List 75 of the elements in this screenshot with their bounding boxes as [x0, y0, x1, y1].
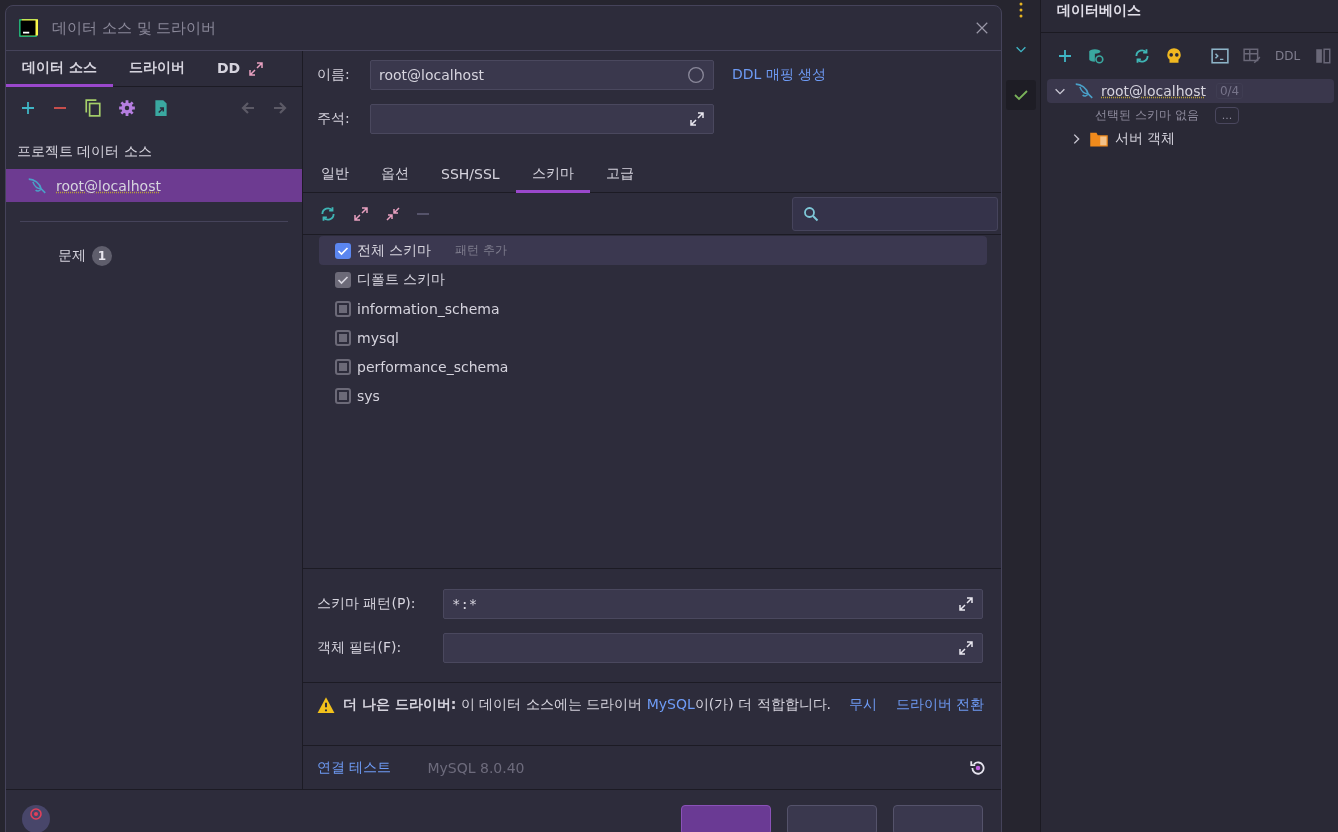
- tab[interactable]: 드라이버: [112, 51, 201, 88]
- database-search-icon[interactable]: [1087, 47, 1105, 65]
- app-logo-icon: [18, 18, 38, 38]
- name-field[interactable]: root@localhost: [370, 60, 714, 91]
- table-edit-icon[interactable]: [1243, 47, 1261, 65]
- tab[interactable]: 옵션: [365, 158, 425, 194]
- schema-count: 0/4: [1215, 83, 1244, 99]
- tab[interactable]: 데이터 소스: [6, 51, 113, 88]
- schema-row[interactable]: 디폴트 스키마: [319, 265, 987, 295]
- close-icon[interactable]: [975, 21, 989, 35]
- count-badge: 1: [92, 246, 112, 267]
- tab[interactable]: DD: [200, 51, 249, 88]
- tab[interactable]: 일반: [305, 158, 365, 194]
- add-icon[interactable]: [1057, 48, 1073, 64]
- tree-note: 선택된 스키마 없음: [1095, 106, 1199, 124]
- field-label: 객체 필터(F):: [317, 639, 403, 658]
- schema-pattern-field[interactable]: *:*: [443, 589, 983, 620]
- expand-icon[interactable]: [248, 60, 265, 77]
- object-filter-field[interactable]: [443, 633, 983, 664]
- circle-icon: [687, 66, 705, 85]
- action-link[interactable]: 드라이버 전환: [895, 696, 985, 713]
- refresh-icon[interactable]: [319, 204, 337, 223]
- history-icon[interactable]: [969, 758, 987, 777]
- expand-icon[interactable]: [958, 596, 974, 613]
- check-icon: [1013, 87, 1029, 103]
- add-icon[interactable]: [20, 100, 36, 117]
- field-label: 주석:: [317, 110, 351, 129]
- schema-row[interactable]: performance_schema: [319, 352, 987, 382]
- warning-text: 더 나은 드라이버: 이 데이터 소스에는 드라이버 MySQL이(가) 더 적합합니다.: [343, 696, 831, 713]
- search-icon: [803, 205, 819, 222]
- collapse-icon[interactable]: [385, 205, 401, 222]
- expand-icon[interactable]: [958, 640, 974, 657]
- field-label: 스키마 패턴(P):: [317, 595, 417, 614]
- schema-row[interactable]: 전체 스키마 패턴 추가: [319, 236, 987, 266]
- tree-item[interactable]: 서버 객체: [1041, 127, 1338, 151]
- schema-row[interactable]: information_schema: [319, 294, 987, 324]
- expand-icon[interactable]: [353, 205, 369, 222]
- file-import-icon[interactable]: [152, 99, 170, 118]
- checkbox[interactable]: [335, 358, 351, 375]
- minus-icon: [417, 212, 429, 215]
- tab[interactable]: 스키마: [515, 158, 590, 194]
- search-field[interactable]: [792, 196, 998, 231]
- action-link[interactable]: 무시: [849, 696, 878, 713]
- tree-item[interactable]: root@localhost 0/4: [1047, 79, 1334, 103]
- section-heading: 프로젝트 데이터 소스: [16, 142, 153, 162]
- refresh-icon[interactable]: [1133, 47, 1151, 65]
- schema-row[interactable]: sys: [319, 381, 987, 411]
- warning-icon: [317, 696, 335, 715]
- expand-icon[interactable]: [689, 111, 705, 128]
- checkbox[interactable]: [335, 329, 351, 346]
- schema-row[interactable]: mysql: [319, 323, 987, 353]
- window-title: 데이터 소스 및 드라이버: [52, 18, 218, 38]
- skull-icon[interactable]: [1165, 47, 1183, 65]
- copy-icon[interactable]: [84, 99, 102, 118]
- checkbox[interactable]: [335, 387, 351, 404]
- console-icon[interactable]: [1211, 47, 1229, 65]
- comment-field[interactable]: [370, 104, 714, 135]
- more-button[interactable]: ...: [1214, 106, 1240, 124]
- hint-text: 패턴 추가: [455, 242, 508, 260]
- help-button[interactable]: [22, 805, 50, 832]
- driver-link[interactable]: MySQL: [646, 696, 695, 713]
- tab[interactable]: SSH/SSL: [425, 158, 516, 194]
- test-connection-link[interactable]: 연결 테스트: [317, 758, 392, 777]
- ddl-button[interactable]: DDL: [1275, 49, 1301, 63]
- compare-icon[interactable]: [1314, 47, 1333, 65]
- panel-title: 데이터베이스: [1041, 0, 1338, 33]
- driver-version: MySQL 8.0.40: [427, 759, 526, 776]
- settings-icon[interactable]: [118, 99, 136, 118]
- data-source-item[interactable]: root@localhost: [6, 169, 302, 203]
- checkbox[interactable]: [335, 300, 351, 317]
- ddl-mapping-link[interactable]: DDL 매핑 생성: [732, 66, 827, 85]
- tab[interactable]: 고급: [589, 158, 650, 194]
- field-label: 이름:: [317, 66, 351, 85]
- problems-label[interactable]: 문제: [58, 247, 86, 266]
- tree-label: root@localhost: [1101, 83, 1206, 99]
